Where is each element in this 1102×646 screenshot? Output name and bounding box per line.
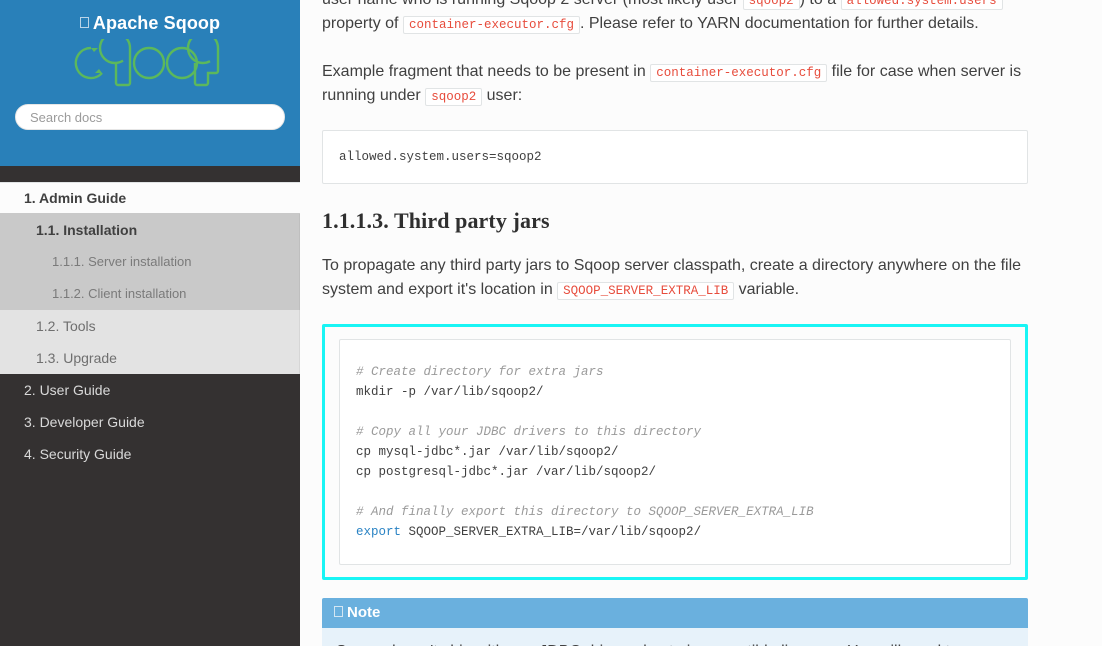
note-body: Sqoop doesn't ship with any JDBC drivers… <box>322 628 1028 646</box>
code-line-export-rest: SQOOP_SERVER_EXTRA_LIB=/var/lib/sqoop2/ <box>401 525 702 539</box>
sidebar-item-label: 1.1.1. Server installation <box>52 254 192 269</box>
code-line-mkdir: mkdir -p /var/lib/sqoop2/ <box>356 385 544 399</box>
sidebar-item-label: 1. Admin Guide <box>24 190 127 206</box>
code-line: allowed.system.users=sqoop2 <box>339 150 542 164</box>
search-input[interactable] <box>15 104 285 130</box>
cut-pre: user name who is running Sqoop 2 server … <box>322 0 743 8</box>
propagate-post: variable. <box>734 281 800 298</box>
note-text: Sqoop doesn't ship with any JDBC drivers… <box>336 640 1014 646</box>
note-title: Note <box>322 598 1028 628</box>
inline-code-sqoop-server-extra-lib: SQOOP_SERVER_EXTRA_LIB <box>557 282 735 300</box>
brand-title-label: Apache Sqoop <box>92 13 221 33</box>
code-keyword-export: export <box>356 525 402 539</box>
sidebar-item-admin-guide[interactable]: 1. Admin Guide <box>0 182 300 214</box>
paragraph-example-fragment: Example fragment that needs to be presen… <box>322 60 1028 108</box>
sidebar-item-client-installation[interactable]: 1.1.2. Client installation <box>0 278 300 310</box>
sidebar-item-label: 4. Security Guide <box>24 446 132 462</box>
paragraph-propagate: To propagate any third party jars to Sqo… <box>322 254 1028 302</box>
inline-code-allowed-system-users: allowed.system.users <box>840 0 1003 10</box>
code-comment-2: # Copy all your JDBC drivers to this dir… <box>356 425 702 439</box>
sidebar-item-label: 1.1. Installation <box>36 222 138 238</box>
code-block-allowed-users: allowed.system.users=sqoop2 <box>322 130 1028 184</box>
sidebar-item-security-guide[interactable]: 4. Security Guide <box>0 438 300 470</box>
example-pre: Example fragment that needs to be presen… <box>322 63 651 80</box>
sidebar: Apache Sqoop Search docs 1. Admin Guide … <box>0 0 300 646</box>
note-title-label: Note <box>347 604 381 621</box>
content-area: user name who is running Sqoop 2 server … <box>300 0 1102 646</box>
sidebar-item-server-installation[interactable]: 1.1.1. Server installation <box>0 246 300 278</box>
brand-title[interactable]: Apache Sqoop <box>0 0 300 33</box>
code-comment-1: # Create directory for extra jars <box>356 365 604 379</box>
paragraph-cut-off: user name who is running Sqoop 2 server … <box>322 0 1028 36</box>
cut-mid: ) to a <box>800 0 841 8</box>
sidebar-nav: 1. Admin Guide 1.1. Installation 1.1.1. … <box>0 182 300 470</box>
code-line-cp-mysql: cp mysql-jdbc*.jar /var/lib/sqoop2/ <box>356 445 619 459</box>
yarn-post: . Please refer to YARN documentation for… <box>579 15 979 32</box>
sidebar-item-user-guide[interactable]: 2. User Guide <box>0 374 300 406</box>
sidebar-item-tools[interactable]: 1.2. Tools <box>0 310 300 342</box>
search-container <box>0 104 300 130</box>
missing-glyph-icon <box>334 606 343 617</box>
highlighted-region: # Create directory for extra jars mkdir … <box>322 324 1028 580</box>
yarn-pre: property of <box>322 15 403 32</box>
content-right-gutter <box>1048 0 1102 646</box>
note-admonition: Note Sqoop doesn't ship with any JDBC dr… <box>322 598 1028 646</box>
inline-code-sqoop2: sqoop2 <box>742 0 800 10</box>
sidebar-item-label: 1.1.2. Client installation <box>52 286 187 301</box>
inline-code-container-executor-cfg-2: container-executor.cfg <box>650 64 828 82</box>
missing-glyph-icon <box>79 17 89 28</box>
document-body: user name who is running Sqoop 2 server … <box>300 0 1048 646</box>
inline-code-container-executor-cfg: container-executor.cfg <box>402 16 580 34</box>
sidebar-item-label: 1.3. Upgrade <box>36 350 117 366</box>
sidebar-header: Apache Sqoop <box>0 0 300 166</box>
document-inner: user name who is running Sqoop 2 server … <box>300 0 1048 646</box>
sidebar-item-upgrade[interactable]: 1.3. Upgrade <box>0 342 300 374</box>
sidebar-divider <box>0 166 300 182</box>
section-heading-third-party-jars: 1.1.1.3. Third party jars <box>322 208 550 233</box>
sidebar-item-installation[interactable]: 1.1. Installation <box>0 214 300 246</box>
sidebar-item-label: 3. Developer Guide <box>24 414 145 430</box>
sidebar-item-developer-guide[interactable]: 3. Developer Guide <box>0 406 300 438</box>
documentation-page: Apache Sqoop Search docs 1. Admin Guide … <box>0 0 1102 646</box>
sidebar-item-label: 2. User Guide <box>24 382 111 398</box>
sidebar-item-label: 1.2. Tools <box>36 318 96 334</box>
sqoop-logo <box>0 31 300 95</box>
code-line-cp-postgres: cp postgresql-jdbc*.jar /var/lib/sqoop2/ <box>356 465 657 479</box>
inline-code-sqoop2-user: sqoop2 <box>425 88 483 106</box>
example-post: user: <box>482 87 523 104</box>
code-block-extra-jars: # Create directory for extra jars mkdir … <box>339 339 1011 565</box>
code-comment-3: # And finally export this directory to S… <box>356 505 814 519</box>
